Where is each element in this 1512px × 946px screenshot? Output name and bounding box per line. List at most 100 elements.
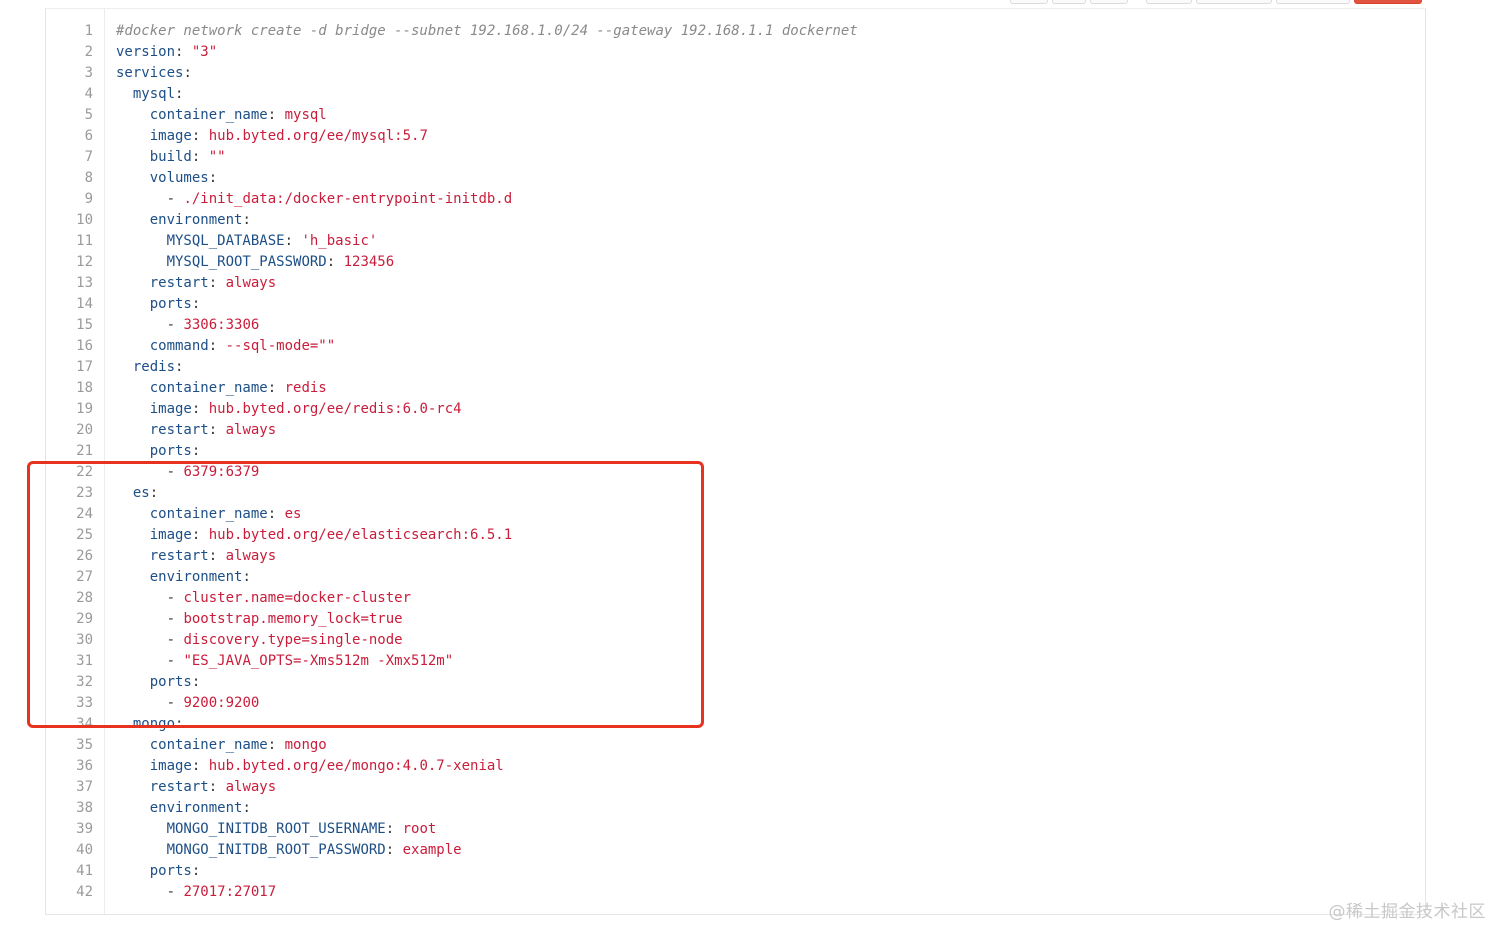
code-line: 11 MYSQL_DATABASE: 'h_basic'	[46, 231, 1425, 252]
line-number[interactable]: 17	[46, 357, 93, 378]
yaml-key: MONGO_INITDB_ROOT_PASSWORD	[166, 842, 386, 858]
toolbar-button[interactable]	[1146, 0, 1192, 4]
toolbar-button[interactable]	[1090, 0, 1128, 4]
yaml-key: MYSQL_DATABASE	[166, 233, 285, 249]
toolbar-button[interactable]	[1010, 0, 1048, 4]
yaml-key: restart	[149, 275, 209, 291]
toolbar-button[interactable]	[1052, 0, 1086, 4]
code-text: restart: always	[116, 420, 276, 441]
code-comment: #docker network create -d bridge --subne…	[116, 23, 858, 39]
code-line: 10 environment:	[46, 210, 1425, 231]
line-number[interactable]: 10	[46, 210, 93, 231]
line-number[interactable]: 20	[46, 420, 93, 441]
line-number[interactable]: 5	[46, 105, 93, 126]
yaml-key: restart	[149, 779, 209, 795]
yaml-value: root	[402, 821, 437, 837]
yaml-separator: :	[326, 254, 344, 270]
code-text: redis:	[116, 357, 184, 378]
line-number[interactable]: 9	[46, 189, 93, 210]
yaml-value: 'h_basic'	[301, 233, 378, 249]
line-number[interactable]: 42	[46, 882, 93, 903]
yaml-key: image	[149, 128, 192, 144]
yaml-key: command	[149, 338, 209, 354]
line-number[interactable]: 4	[46, 84, 93, 105]
code-text: container_name: mysql	[116, 105, 327, 126]
yaml-separator: :	[208, 170, 218, 186]
yaml-separator: :	[208, 779, 226, 795]
yaml-key: environment	[149, 212, 243, 228]
yaml-key: MYSQL_ROOT_PASSWORD	[166, 254, 327, 270]
code-text: ports:	[116, 294, 201, 315]
code-line: 2 version: "3"	[46, 42, 1425, 63]
yaml-separator: :	[183, 65, 192, 81]
code-line: 1 #docker network create -d bridge --subn…	[46, 21, 1425, 42]
code-line: 8 volumes:	[46, 168, 1425, 189]
yaml-value: mysql	[284, 107, 327, 123]
line-number[interactable]: 39	[46, 819, 93, 840]
toolbar-button[interactable]	[1276, 0, 1350, 4]
watermark: @稀土掘金技术社区	[1328, 902, 1486, 922]
line-number[interactable]: 37	[46, 777, 93, 798]
line-number[interactable]: 38	[46, 798, 93, 819]
yaml-value: always	[225, 422, 277, 438]
yaml-separator: :	[242, 212, 251, 228]
yaml-separator: :	[191, 296, 201, 312]
line-number[interactable]: 16	[46, 336, 93, 357]
line-number[interactable]: 11	[46, 231, 93, 252]
yaml-key: ports	[149, 296, 192, 312]
yaml-value: hub.byted.org/ee/redis:6.0-rc4	[208, 401, 462, 417]
line-number[interactable]: 21	[46, 441, 93, 462]
line-number[interactable]: 7	[46, 147, 93, 168]
line-number[interactable]: 19	[46, 399, 93, 420]
yaml-separator: :	[267, 380, 285, 396]
line-number[interactable]: 13	[46, 273, 93, 294]
yaml-key: image	[149, 401, 192, 417]
line-number[interactable]: 40	[46, 840, 93, 861]
line-number[interactable]: 35	[46, 735, 93, 756]
line-number[interactable]: 14	[46, 294, 93, 315]
line-number[interactable]: 3	[46, 63, 93, 84]
code-line: 3 services:	[46, 63, 1425, 84]
yaml-value: ./init_data:/docker-entrypoint-initdb.d	[183, 191, 513, 207]
yaml-key: mysql	[132, 86, 176, 102]
code-line: 5 container_name: mysql	[46, 105, 1425, 126]
code-line: 42 - 27017:27017	[46, 882, 1425, 903]
line-number[interactable]: 36	[46, 756, 93, 777]
code-text: services:	[116, 63, 192, 84]
yaml-separator: :	[208, 422, 226, 438]
code-line: 15 - 3306:3306	[46, 315, 1425, 336]
line-number[interactable]: 12	[46, 252, 93, 273]
code-text: MYSQL_ROOT_PASSWORD: 123456	[116, 252, 395, 273]
line-number[interactable]: 8	[46, 168, 93, 189]
code-text: MONGO_INITDB_ROOT_USERNAME: root	[116, 819, 437, 840]
yaml-value: --sql-mode=""	[225, 338, 336, 354]
line-number[interactable]: 1	[46, 21, 93, 42]
file-toolbar	[1010, 0, 1422, 4]
yaml-value: example	[402, 842, 462, 858]
yaml-separator: :	[242, 800, 251, 816]
yaml-value: 3306:3306	[183, 317, 260, 333]
code-line: 41 ports:	[46, 861, 1425, 882]
code-text: build: ""	[116, 147, 226, 168]
line-number[interactable]: 41	[46, 861, 93, 882]
line-number[interactable]: 15	[46, 315, 93, 336]
line-number[interactable]: 2	[46, 42, 93, 63]
code-line: 12 MYSQL_ROOT_PASSWORD: 123456	[46, 252, 1425, 273]
yaml-separator: :	[267, 737, 285, 753]
line-number[interactable]: 18	[46, 378, 93, 399]
code-line: 4 mysql:	[46, 84, 1425, 105]
toolbar-primary-button[interactable]	[1354, 0, 1422, 4]
toolbar-button[interactable]	[1196, 0, 1272, 4]
line-number[interactable]: 6	[46, 126, 93, 147]
code-line: 16 command: --sql-mode=""	[46, 336, 1425, 357]
code-line: 7 build: ""	[46, 147, 1425, 168]
